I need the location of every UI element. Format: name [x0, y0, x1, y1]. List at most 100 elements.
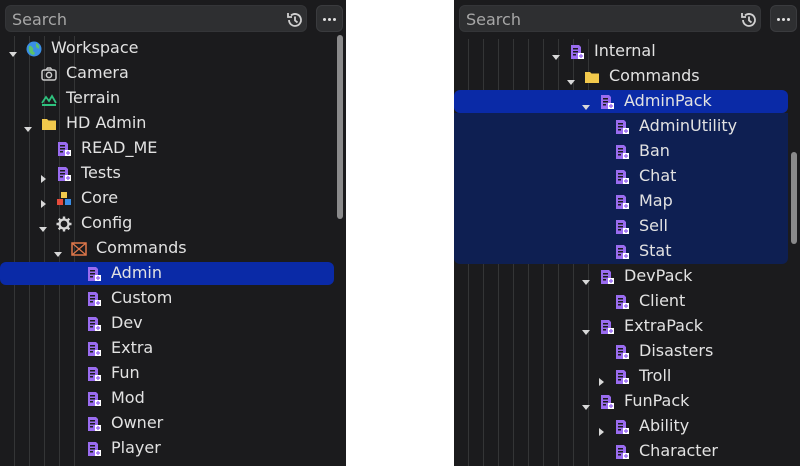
script-icon — [614, 144, 630, 160]
tree-item-label: Extra — [111, 338, 154, 357]
script-icon — [614, 369, 630, 385]
tree-item-map[interactable]: Map — [454, 189, 786, 214]
tree-item-owner[interactable]: Owner — [0, 411, 332, 436]
explorer-panel-right: Search Internal Commands AdminPack AdminUti… — [454, 0, 800, 466]
tree-item-label: READ_ME — [81, 138, 158, 157]
tree-item-sell[interactable]: Sell — [454, 214, 786, 239]
tree-item-funpack[interactable]: FunPack — [454, 389, 786, 414]
expand-arrow-icon[interactable] — [581, 322, 591, 335]
tree-item-label: Troll — [639, 366, 672, 385]
tree-item-workspace[interactable]: Workspace — [0, 36, 332, 61]
script-icon — [86, 391, 102, 407]
collapse-arrow-icon[interactable] — [38, 169, 48, 183]
script-icon — [614, 344, 630, 360]
tree-item-adminutility[interactable]: AdminUtility — [454, 114, 786, 139]
tree-item-ability[interactable]: Ability — [454, 414, 786, 439]
search-input[interactable]: Search — [5, 5, 307, 32]
expand-arrow-icon[interactable] — [581, 272, 591, 285]
expand-arrow-icon[interactable] — [23, 119, 33, 132]
expand-arrow-icon[interactable] — [53, 244, 63, 257]
tree-item-client[interactable]: Client — [454, 289, 786, 314]
tree-item-label: Internal — [594, 41, 656, 60]
tree-item-label: HD Admin — [66, 113, 147, 132]
tree-item-commands[interactable]: Commands — [454, 64, 786, 89]
tree-item-config[interactable]: Config — [0, 211, 332, 236]
tree-item-label: Owner — [111, 413, 164, 432]
tree-item-label: Camera — [66, 63, 129, 82]
tree-item-mod[interactable]: Mod — [0, 386, 332, 411]
tree-item-label: Ban — [639, 141, 670, 160]
tree-item-label: Workspace — [51, 38, 139, 57]
scrollbar-thumb[interactable] — [337, 35, 343, 219]
history-icon[interactable] — [285, 10, 305, 30]
tree-item-dev[interactable]: Dev — [0, 311, 332, 336]
tree-item-label: Core — [81, 188, 119, 207]
collapse-arrow-icon[interactable] — [596, 372, 606, 386]
tree-item-terrain[interactable]: Terrain — [0, 86, 332, 111]
script-icon — [599, 394, 615, 410]
selection-highlight — [0, 262, 334, 285]
script-icon — [614, 244, 630, 260]
package-icon — [71, 241, 87, 257]
tree-item-camera[interactable]: Camera — [0, 61, 332, 86]
tree-item-extrapack[interactable]: ExtraPack — [454, 314, 786, 339]
model-icon — [56, 191, 72, 207]
more-options-button[interactable] — [770, 5, 797, 32]
tree-item-label: FunPack — [624, 391, 690, 410]
more-options-button[interactable] — [316, 5, 343, 32]
script-icon — [614, 444, 630, 460]
tree-item-label: ExtraPack — [624, 316, 704, 335]
script-icon — [614, 119, 630, 135]
expand-arrow-icon[interactable] — [38, 219, 48, 232]
tree-item-extra[interactable]: Extra — [0, 336, 332, 361]
tree-item-label: DevPack — [624, 266, 693, 285]
tree-item-admin[interactable]: Admin — [0, 261, 334, 286]
tree-item-adminpack[interactable]: AdminPack — [454, 89, 788, 114]
script-icon — [56, 166, 72, 182]
tree-item-disasters[interactable]: Disasters — [454, 339, 786, 364]
tree-item-devpack[interactable]: DevPack — [454, 264, 786, 289]
tree-item-fun[interactable]: Fun — [0, 361, 332, 386]
tree-item-ban[interactable]: Ban — [454, 139, 786, 164]
history-icon[interactable] — [739, 10, 759, 30]
script-icon — [86, 366, 102, 382]
tree-item-core[interactable]: Core — [0, 186, 332, 211]
tree-item-label: Stat — [639, 241, 672, 260]
tree-item-custom[interactable]: Custom — [0, 286, 332, 311]
tree-item-label: Config — [81, 213, 133, 232]
search-input[interactable]: Search — [459, 5, 761, 32]
script-icon — [614, 194, 630, 210]
tree-item-hd-admin[interactable]: HD Admin — [0, 111, 332, 136]
expand-arrow-icon[interactable] — [8, 44, 18, 57]
script-icon — [599, 94, 615, 110]
collapse-arrow-icon[interactable] — [596, 422, 606, 436]
collapse-arrow-icon[interactable] — [38, 194, 48, 208]
tree-item-stat[interactable]: Stat — [454, 239, 786, 264]
tree-item-label: Tests — [81, 163, 121, 182]
tree-item-troll[interactable]: Troll — [454, 364, 786, 389]
tree-item-tests[interactable]: Tests — [0, 161, 332, 186]
tree-item-commands[interactable]: Commands — [0, 236, 332, 261]
tree-item-chat[interactable]: Chat — [454, 164, 786, 189]
folder-icon — [584, 69, 600, 85]
script-icon — [614, 294, 630, 310]
expand-arrow-icon[interactable] — [581, 397, 591, 410]
selection-highlight — [454, 90, 788, 113]
script-icon — [599, 269, 615, 285]
tree-item-label: Admin — [111, 263, 162, 282]
tree-item-character[interactable]: Character — [454, 439, 786, 464]
expand-arrow-icon[interactable] — [566, 72, 576, 85]
tree-item-read-me[interactable]: READ_ME — [0, 136, 332, 161]
tree-item-label: Mod — [111, 388, 145, 407]
script-icon — [86, 341, 102, 357]
script-icon — [86, 316, 102, 332]
script-icon — [86, 416, 102, 432]
expand-arrow-icon[interactable] — [551, 47, 561, 60]
tree-item-player[interactable]: Player — [0, 436, 332, 461]
expand-arrow-icon[interactable] — [581, 97, 591, 110]
tree-item-label: Dev — [111, 313, 143, 332]
tree-item-label: AdminUtility — [639, 116, 738, 135]
search-placeholder: Search — [12, 10, 67, 29]
scrollbar-thumb[interactable] — [791, 152, 797, 244]
tree-item-internal[interactable]: Internal — [454, 39, 786, 64]
